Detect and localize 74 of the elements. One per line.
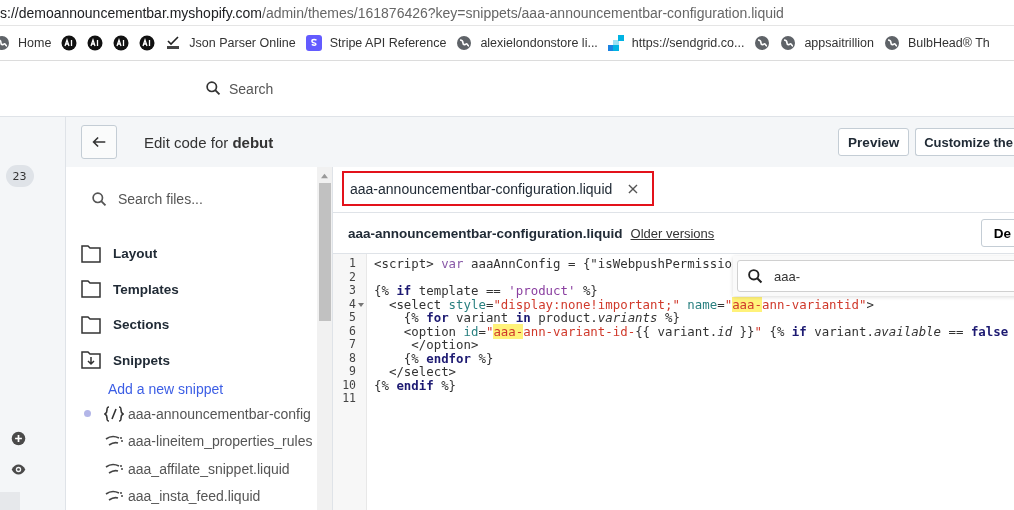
eye-icon[interactable] (10, 461, 27, 478)
globe-icon (456, 35, 473, 51)
folder-item[interactable]: Layout (81, 236, 317, 272)
ai-logo-icon (87, 35, 104, 51)
folder-item[interactable]: Snippets (81, 342, 317, 378)
code-line: {% endif %} (374, 377, 457, 393)
code-line: {% if template == 'product' %} (374, 283, 598, 298)
file-search-field[interactable]: Search files... (81, 182, 301, 216)
stripe-logo-icon (305, 35, 322, 51)
folder-download-icon (81, 351, 101, 370)
preview-button[interactable]: Preview (838, 128, 910, 156)
line-number: 4 (333, 297, 366, 311)
bookmark[interactable] (87, 35, 104, 51)
file-item[interactable]: aaa_affilate_snippet.liquid (84, 454, 317, 483)
line-number: 9 (348, 365, 357, 379)
line-number: 2 (348, 270, 357, 284)
json-check-icon (165, 35, 182, 51)
file-item[interactable]: aaa_insta_feed.liquid (84, 482, 317, 510)
line-number: 10 (341, 378, 357, 392)
close-tab-button[interactable]: × (626, 179, 640, 198)
search-field[interactable]: Search (195, 71, 748, 106)
globe-icon (780, 35, 797, 51)
bookmark[interactable] (113, 35, 130, 51)
line-number: 3 (348, 284, 357, 298)
folder-icon (81, 244, 101, 263)
file-item[interactable]: aaa-announcementbar-config (84, 399, 317, 428)
bookmark[interactable] (61, 35, 78, 51)
line-number: 1 (348, 257, 357, 271)
code-line: <script> var aaaAnnConfig = {"isWebpushPermissio (374, 256, 733, 271)
folder-item[interactable]: Templates (81, 271, 317, 307)
folder-icon (81, 280, 101, 299)
search-icon (747, 267, 764, 285)
bookmark[interactable]: Stripe API Reference (305, 35, 447, 51)
bookmark[interactable]: appsaitrillion (780, 35, 874, 51)
globe-icon (883, 35, 900, 51)
globe-icon (754, 35, 771, 51)
line-number: 7 (348, 338, 357, 352)
bookmark[interactable]: alexielondonstore li... (456, 35, 598, 51)
ai-logo-icon (113, 35, 130, 51)
older-versions-link[interactable]: Older versions (630, 225, 715, 241)
bookmark[interactable]: Home (0, 35, 52, 51)
add-snippet-link[interactable]: Add a new snippet (108, 377, 317, 400)
bookmark[interactable] (754, 35, 771, 51)
bookmark[interactable]: Json Parser Online (165, 35, 296, 51)
folder-icon (81, 315, 101, 334)
code-line: </select> (387, 364, 457, 379)
file-tab[interactable]: aaa-announcementbar-configuration.liquid × (342, 171, 654, 206)
address-url[interactable]: s://demoannouncementbar.myshopify.com/admin/themes/161876426?key=snippets/aaa-announcementbar-configuration.liquid (0, 4, 784, 21)
bookmark[interactable]: BulbHead® Th (883, 35, 990, 51)
back-button[interactable] (81, 125, 117, 159)
line-number: 5 (348, 311, 357, 325)
page-title: Edit code for debut (144, 133, 274, 151)
code-braces-icon (104, 405, 124, 422)
bookmark[interactable] (139, 35, 156, 51)
sendgrid-logo-icon (607, 35, 624, 51)
find-field[interactable]: aaa- (737, 260, 1014, 292)
code-line: </option> (411, 337, 479, 352)
line-number: 8 (348, 351, 357, 365)
delete-button[interactable]: De (980, 219, 1014, 247)
line-number: 11 (341, 392, 357, 406)
ai-logo-icon (61, 35, 78, 51)
bookmark[interactable]: https://sendgrid.co... (607, 35, 745, 51)
customize-button[interactable]: Customize the (915, 128, 1014, 156)
add-circle-icon[interactable] (10, 430, 27, 447)
folder-item[interactable]: Sections (81, 306, 317, 343)
file-item[interactable]: aaa-lineitem_properties_rules (84, 427, 317, 455)
file-name: aaa-announcementbar-configuration.liquid (348, 225, 623, 241)
scrollbar[interactable] (317, 167, 332, 510)
fold-caret-icon[interactable] (358, 302, 364, 307)
search-icon (91, 190, 108, 208)
ai-logo-icon (139, 35, 156, 51)
line-number: 6 (348, 324, 357, 338)
search-icon (205, 80, 222, 97)
count-badge: 23 (5, 165, 34, 187)
